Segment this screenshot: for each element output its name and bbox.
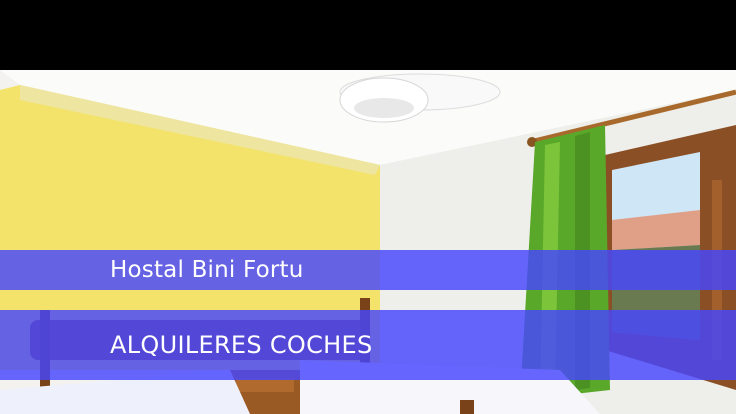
hotel-name: Hostal Bini Fortu — [110, 257, 304, 283]
car-rental-label: ALQUILERES COCHES — [110, 331, 373, 359]
car-rental-button[interactable]: ALQUILERES COCHES — [0, 310, 736, 380]
hotel-banner: Hostal Bini Fortu ALQUILERES COCHES — [0, 0, 736, 414]
hotel-name-band: Hostal Bini Fortu — [0, 250, 736, 290]
